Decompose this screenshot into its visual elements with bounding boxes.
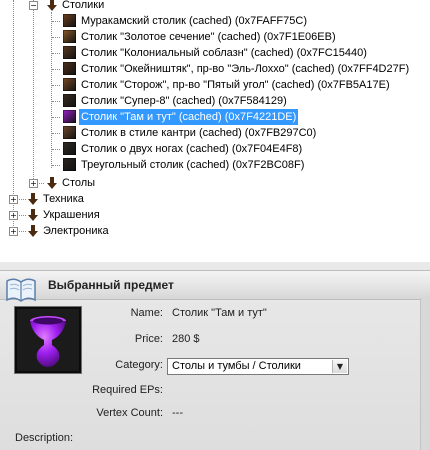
- category-arrow-icon: [47, 177, 57, 189]
- item-thumbnail-icon: [63, 62, 76, 75]
- expand-toggle[interactable]: +: [9, 211, 18, 220]
- name-value: Столик "Там и тут": [172, 307, 267, 319]
- tree-leaf-item[interactable]: Треугольный столик (cached) (0x7F2BC08F): [0, 157, 430, 173]
- tree-connector: [52, 149, 60, 150]
- item-thumbnail-icon: [63, 14, 76, 27]
- tree-leaf-item[interactable]: Столик "Супер-8" (cached) (0x7F584129): [0, 93, 430, 109]
- tree-leaf-item[interactable]: Столик "Окейништяк", пр-во "Эль-Лоххо" (…: [0, 61, 430, 77]
- tree-leaf-label: Треугольный столик (cached) (0x7F2BC08F): [81, 159, 305, 171]
- tree-node-label: Столы: [62, 177, 96, 189]
- tree-connector: [52, 165, 60, 166]
- tree-connector: [52, 101, 60, 102]
- item-thumbnail-icon: [63, 78, 76, 91]
- required-eps-label: Required EPs:: [92, 384, 163, 396]
- tree-leaf-item[interactable]: Столик "Сторож", пр-во "Пятый угол" (cac…: [0, 77, 430, 93]
- expand-toggle[interactable]: +: [9, 195, 18, 204]
- item-thumbnail-icon: [63, 126, 76, 139]
- item-thumbnail-icon: [63, 158, 76, 171]
- book-icon: [6, 278, 36, 302]
- tree-node-tehnika[interactable]: + Техника: [0, 191, 430, 207]
- description-label: Description:: [15, 432, 74, 444]
- tree-leaf-label: Столик в стиле кантри (cached) (0x7FB297…: [81, 127, 317, 139]
- expand-toggle[interactable]: +: [29, 179, 38, 188]
- tree-node-label: Украшения: [43, 209, 100, 221]
- tree-leaf-label: Муракамский столик (cached) (0x7FAFF75C): [81, 15, 307, 27]
- tree-leaf-item[interactable]: Муракамский столик (cached) (0x7FAFF75C): [0, 13, 430, 29]
- tree-node-ukrasheniya[interactable]: + Украшения: [0, 207, 430, 223]
- category-arrow-icon: [47, 0, 57, 11]
- price-label: Price:: [134, 333, 163, 345]
- tree-node-label: Техника: [43, 193, 84, 205]
- category-dropdown[interactable]: Столы и тумбы / Столики ▼: [167, 358, 349, 375]
- panel-header: Выбранный предмет: [0, 270, 430, 302]
- item-thumbnail-icon: [63, 110, 76, 123]
- name-label: Name:: [130, 307, 163, 319]
- tree-connector: [52, 69, 60, 70]
- tree-node-stoly[interactable]: + Столы: [0, 175, 430, 191]
- tree-leaf-label: Столик "Окейништяк", пр-во "Эль-Лоххо" (…: [81, 63, 410, 75]
- category-arrow-icon: [28, 193, 38, 205]
- category-value: Столы и тумбы / Столики: [172, 360, 301, 372]
- vase-table-icon: [30, 316, 66, 367]
- selected-item-panel: Выбранный предмет Name: Столик "Там и ту…: [0, 262, 430, 450]
- tree-connector: [52, 53, 60, 54]
- tree-leaf-label: Столик "Золотое сечение" (cached) (0x7F1…: [81, 31, 336, 43]
- vertex-count-label: Vertex Count:: [96, 407, 163, 419]
- item-thumbnail-icon: [63, 94, 76, 107]
- price-value: 280 $: [172, 333, 200, 345]
- tree-node-elektronika[interactable]: + Электроника: [0, 223, 430, 239]
- tree-connector: [52, 133, 60, 134]
- tree-leaf-label: Столик "Колониальный соблазн" (cached) (…: [81, 47, 367, 59]
- tree-connector: [52, 117, 60, 118]
- tree-leaf-label: Столик "Супер-8" (cached) (0x7F584129): [81, 95, 287, 107]
- category-label: Category:: [115, 359, 163, 371]
- item-thumbnail-icon: [63, 46, 76, 59]
- tree-leaf-label: Столик о двух ногах (cached) (0x7F04E4F8…: [81, 143, 303, 155]
- tree-leaf-item[interactable]: Столик "Там и тут" (cached) (0x7F4221DE): [0, 108, 430, 126]
- tree-leaf-item[interactable]: Столик "Колониальный соблазн" (cached) (…: [0, 45, 430, 61]
- tree-leaf-label: Столик "Там и тут" (cached) (0x7F4221DE): [77, 108, 300, 126]
- tree-leaf-item[interactable]: Столик о двух ногах (cached) (0x7F04E4F8…: [0, 141, 430, 157]
- tree-leaf-item[interactable]: Столик в стиле кантри (cached) (0x7FB297…: [0, 125, 430, 141]
- chevron-down-icon[interactable]: ▼: [332, 360, 347, 373]
- tree-connector: [52, 85, 60, 86]
- category-arrow-icon: [28, 225, 38, 237]
- category-arrow-icon: [28, 209, 38, 221]
- item-preview-image: [14, 306, 82, 374]
- item-thumbnail-icon: [63, 30, 76, 43]
- tree-node-label: Электроника: [43, 225, 109, 237]
- expand-toggle[interactable]: +: [9, 227, 18, 236]
- tree-connector: [52, 37, 60, 38]
- tree-connector: [52, 21, 60, 22]
- tree-node-label: Столики: [62, 0, 105, 11]
- tree-leaf-item[interactable]: Столик "Золотое сечение" (cached) (0x7F1…: [0, 29, 430, 45]
- tree-node-stoliki[interactable]: − Столики: [0, 0, 430, 13]
- panel-scrollbar[interactable]: [420, 298, 430, 450]
- vertex-count-value: ---: [172, 407, 183, 419]
- collapse-toggle[interactable]: −: [29, 1, 38, 10]
- tree-leaf-label: Столик "Сторож", пр-во "Пятый угол" (cac…: [81, 79, 390, 91]
- object-tree[interactable]: − Столики Муракамский столик (cached) (0…: [0, 0, 430, 263]
- panel-title: Выбранный предмет: [48, 278, 174, 292]
- item-thumbnail-icon: [63, 142, 76, 155]
